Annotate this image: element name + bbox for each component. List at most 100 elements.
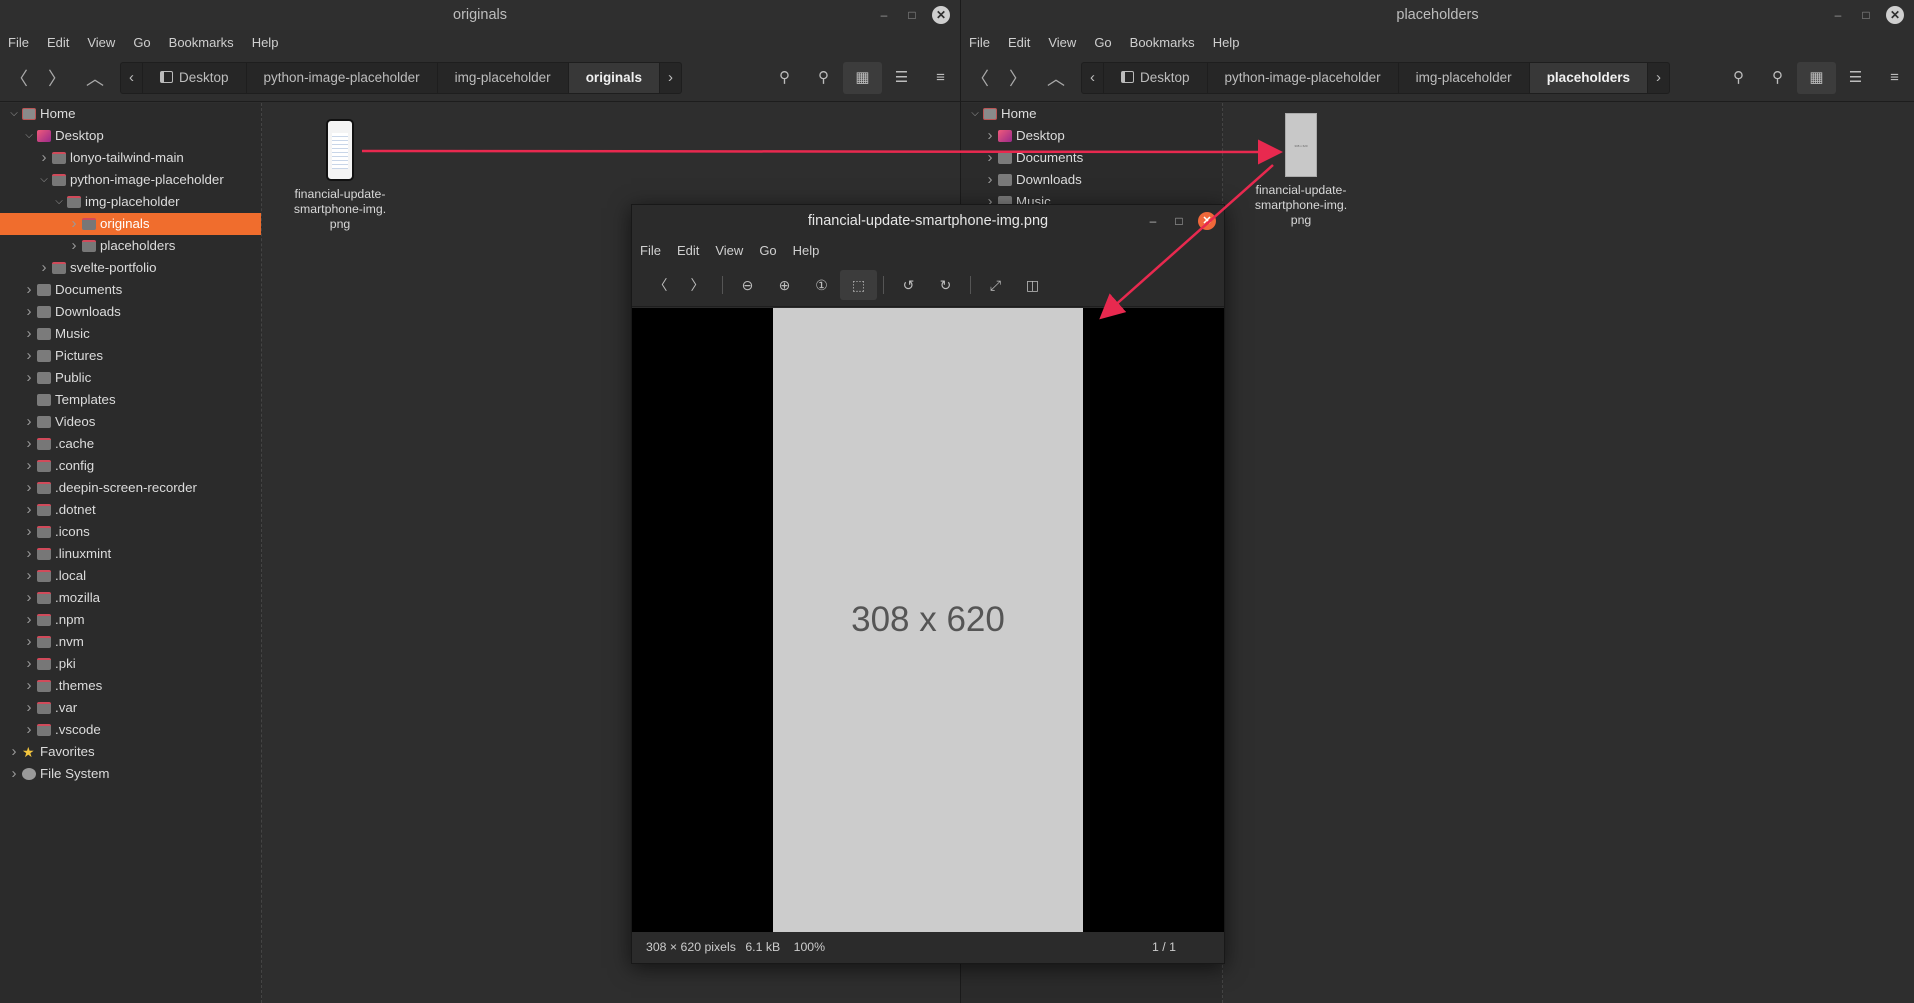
window-title-bar[interactable]: placeholders – □ ✕ — [961, 0, 1914, 30]
sidebar-item-pictures[interactable]: › Pictures — [0, 345, 261, 367]
expander-closed-icon[interactable]: › — [23, 301, 35, 323]
menu-help[interactable]: Help — [252, 35, 279, 50]
sidebar-item-config[interactable]: › .config — [0, 455, 261, 477]
sidebar-item-file-system[interactable]: › File System — [0, 763, 261, 785]
expander-closed-icon[interactable]: › — [23, 565, 35, 587]
forward-icon[interactable]: 〉 — [999, 65, 1037, 91]
slideshow-icon[interactable]: ◫ — [1014, 270, 1051, 300]
file-item[interactable]: 308 x 620 financial-update- smartphone-i… — [1246, 113, 1356, 228]
sidebar-item-originals[interactable]: › originals — [0, 213, 261, 235]
menu-help[interactable]: Help — [793, 243, 820, 258]
expander-closed-icon[interactable]: › — [23, 345, 35, 367]
sidebar-item-favorites[interactable]: › ★ Favorites — [0, 741, 261, 763]
expander-closed-icon[interactable]: › — [23, 653, 35, 675]
maximize-icon[interactable]: □ — [904, 7, 920, 23]
menu-edit[interactable]: Edit — [47, 35, 69, 50]
expander-open-icon[interactable]: ⌵ — [53, 191, 65, 213]
sidebar-item-svelte-portfolio[interactable]: › svelte-portfolio — [0, 257, 261, 279]
menu-help[interactable]: Help — [1213, 35, 1240, 50]
expander-open-icon[interactable]: ⌵ — [38, 169, 50, 191]
sidebar-item-documents[interactable]: › Documents — [961, 147, 1222, 169]
menu-go[interactable]: Go — [759, 243, 776, 258]
breadcrumb-left-arrow-icon[interactable]: ‹ — [121, 62, 143, 93]
expander-closed-icon[interactable]: › — [23, 477, 35, 499]
forward-icon[interactable]: 〉 — [38, 65, 76, 91]
expander-closed-icon[interactable]: › — [23, 411, 35, 433]
next-image-icon[interactable]: 〉 — [679, 270, 716, 300]
back-icon[interactable]: 〈 — [961, 65, 999, 91]
minimize-icon[interactable]: – — [1830, 7, 1846, 23]
breadcrumb-img-placeholder[interactable]: img-placeholder — [1399, 62, 1530, 93]
menu-file[interactable]: File — [640, 243, 661, 258]
expander-closed-icon[interactable]: › — [68, 235, 80, 257]
compact-view-icon[interactable]: ≡ — [1875, 62, 1914, 94]
menu-go[interactable]: Go — [1094, 35, 1111, 50]
expander-closed-icon[interactable]: › — [23, 323, 35, 345]
grid-view-icon[interactable]: ▦ — [843, 62, 882, 94]
breadcrumb-desktop[interactable]: Desktop — [1104, 62, 1208, 93]
sidebar-item-templates[interactable]: Templates — [0, 389, 261, 411]
expander-closed-icon[interactable]: › — [23, 521, 35, 543]
best-fit-icon[interactable]: ⬚ — [840, 269, 877, 300]
sidebar-item-vscode[interactable]: › .vscode — [0, 719, 261, 741]
location-pin-icon[interactable]: ⚲ — [1719, 62, 1758, 94]
sidebar-item-local[interactable]: › .local — [0, 565, 261, 587]
viewer-title-bar[interactable]: financial-update-smartphone-img.png – □ … — [632, 205, 1224, 237]
expander-closed-icon[interactable]: › — [8, 741, 20, 763]
expander-closed-icon[interactable]: › — [23, 719, 35, 741]
sidebar-item-desktop[interactable]: ⌵ Desktop — [0, 125, 261, 147]
expander-closed-icon[interactable]: › — [984, 169, 996, 191]
back-icon[interactable]: 〈 — [0, 65, 38, 91]
sidebar-item-documents[interactable]: › Documents — [0, 279, 261, 301]
sidebar-item-lonyo-tailwind-main[interactable]: › lonyo-tailwind-main — [0, 147, 261, 169]
close-icon[interactable]: ✕ — [1198, 212, 1216, 230]
expander-closed-icon[interactable]: › — [38, 257, 50, 279]
maximize-icon[interactable]: □ — [1172, 205, 1186, 237]
file-view[interactable]: 308 x 620 financial-update- smartphone-i… — [1224, 103, 1914, 1003]
menu-view[interactable]: View — [1048, 35, 1076, 50]
expander-closed-icon[interactable]: › — [8, 763, 20, 785]
expander-closed-icon[interactable]: › — [984, 147, 996, 169]
sidebar-item-mozilla[interactable]: › .mozilla — [0, 587, 261, 609]
sidebar-item-desktop[interactable]: › Desktop — [961, 125, 1222, 147]
expander-closed-icon[interactable]: › — [23, 609, 35, 631]
sidebar-item-linuxmint[interactable]: › .linuxmint — [0, 543, 261, 565]
close-icon[interactable]: ✕ — [932, 6, 950, 24]
maximize-icon[interactable]: □ — [1858, 7, 1874, 23]
menu-file[interactable]: File — [8, 35, 29, 50]
location-pin-icon[interactable]: ⚲ — [765, 62, 804, 94]
sidebar-item-icons[interactable]: › .icons — [0, 521, 261, 543]
breadcrumb-placeholders[interactable]: placeholders — [1529, 62, 1648, 93]
expander-closed-icon[interactable]: › — [38, 147, 50, 169]
image-canvas[interactable]: 308 x 620 — [632, 308, 1224, 932]
sidebar-item-img-placeholder[interactable]: ⌵ img-placeholder — [0, 191, 261, 213]
expander-closed-icon[interactable]: › — [23, 499, 35, 521]
sidebar-item-placeholders[interactable]: › placeholders — [0, 235, 261, 257]
compact-view-icon[interactable]: ≡ — [921, 62, 960, 94]
sidebar-item-home[interactable]: ⌵ Home — [961, 103, 1222, 125]
expander-closed-icon[interactable]: › — [23, 433, 35, 455]
breadcrumb-img-placeholder[interactable]: img-placeholder — [438, 62, 569, 93]
expander-closed-icon[interactable]: › — [23, 697, 35, 719]
search-icon[interactable]: ⚲ — [1758, 62, 1797, 94]
sidebar-item-npm[interactable]: › .npm — [0, 609, 261, 631]
sidebar-item-home[interactable]: ⌵ Home — [0, 103, 261, 125]
minimize-icon[interactable]: – — [1146, 205, 1160, 237]
breadcrumb-left-arrow-icon[interactable]: ‹ — [1082, 62, 1104, 93]
menu-edit[interactable]: Edit — [677, 243, 699, 258]
sidebar-item-themes[interactable]: › .themes — [0, 675, 261, 697]
expander-closed-icon[interactable]: › — [23, 631, 35, 653]
sidebar-item-pki[interactable]: › .pki — [0, 653, 261, 675]
breadcrumb-originals[interactable]: originals — [568, 62, 660, 93]
expander-open-icon[interactable]: ⌵ — [8, 103, 20, 125]
expander-closed-icon[interactable]: › — [23, 543, 35, 565]
sidebar-item-cache[interactable]: › .cache — [0, 433, 261, 455]
rotate-left-icon[interactable]: ↺ — [890, 270, 927, 300]
sidebar-item-downloads[interactable]: › Downloads — [0, 301, 261, 323]
rotate-right-icon[interactable]: ↻ — [927, 270, 964, 300]
zoom-in-icon[interactable]: ⊕ — [766, 270, 803, 300]
previous-image-icon[interactable]: 〈 — [642, 270, 679, 300]
expander-closed-icon[interactable]: › — [23, 279, 35, 301]
grid-view-icon[interactable]: ▦ — [1797, 62, 1836, 94]
sidebar-item-deepin-screen-recorder[interactable]: › .deepin-screen-recorder — [0, 477, 261, 499]
